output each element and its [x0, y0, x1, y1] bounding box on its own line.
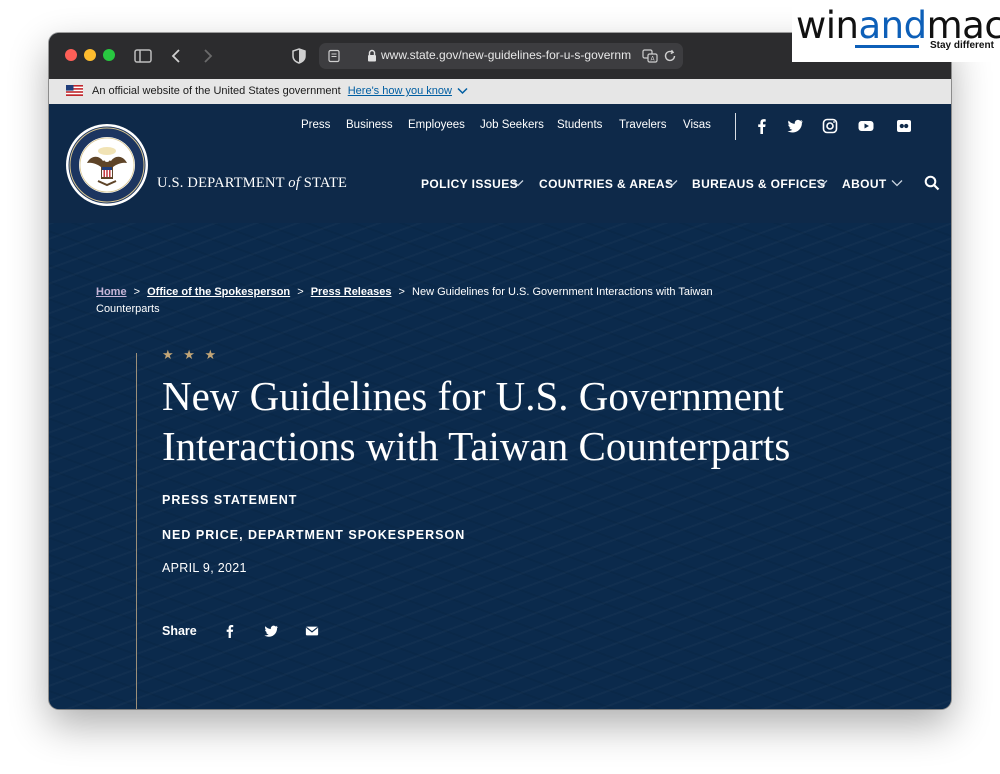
- watermark-tagline: Stay different: [930, 40, 994, 51]
- official-site-text: An official website of the United States…: [92, 85, 341, 97]
- instagram-icon[interactable]: [822, 118, 838, 134]
- twitter-icon[interactable]: [787, 118, 803, 134]
- accent-rule: [136, 353, 137, 709]
- address-bar[interactable]: www.state.gov/new-guidelines-for-u-s-gov…: [319, 43, 683, 69]
- utility-link-visas[interactable]: Visas: [683, 119, 711, 131]
- breadcrumb: Home > Office of the Spokesperson > Pres…: [96, 286, 713, 315]
- winandmac-watermark-logo: winandmac Stay different: [792, 0, 1000, 62]
- utility-link-students[interactable]: Students: [557, 119, 602, 131]
- chevron-down-icon[interactable]: [891, 179, 903, 187]
- share-twitter-icon[interactable]: [264, 624, 278, 638]
- reload-icon[interactable]: [663, 49, 677, 63]
- article-date: APRIL 9, 2021: [162, 561, 247, 575]
- stars-ornament: ★ ★ ★: [162, 347, 220, 362]
- nav-bureaus-offices[interactable]: BUREAUS & OFFICES: [692, 177, 825, 191]
- chevron-down-icon[interactable]: [816, 179, 828, 187]
- share-facebook-icon[interactable]: [223, 624, 237, 638]
- utility-nav: Press Business Employees Job Seekers Stu…: [49, 104, 951, 148]
- url-text: www.state.gov/new-guidelines-for-u-s-gov…: [381, 48, 631, 62]
- chevron-down-icon[interactable]: [512, 179, 524, 187]
- article-type: PRESS STATEMENT: [162, 493, 298, 507]
- lock-icon: [368, 49, 376, 62]
- share-label: Share: [162, 624, 197, 638]
- close-window-button[interactable]: [65, 49, 77, 61]
- department-seal-logo[interactable]: [65, 123, 149, 207]
- browser-window: www.state.gov/new-guidelines-for-u-s-gov…: [49, 33, 951, 709]
- nav-countries-areas[interactable]: COUNTRIES & AREAS: [539, 177, 673, 191]
- facebook-icon[interactable]: [754, 118, 770, 134]
- reader-icon[interactable]: [327, 49, 341, 63]
- breadcrumb-press-releases[interactable]: Press Releases: [311, 286, 392, 298]
- how-you-know-link[interactable]: Here's how you know: [348, 85, 452, 97]
- nav-about[interactable]: ABOUT: [842, 177, 887, 191]
- translate-icon[interactable]: A: [642, 48, 658, 64]
- breadcrumb-spokesperson[interactable]: Office of the Spokesperson: [147, 286, 290, 298]
- search-icon[interactable]: [924, 175, 940, 191]
- minimize-window-button[interactable]: [84, 49, 96, 61]
- chevron-down-icon[interactable]: [457, 87, 468, 95]
- department-name[interactable]: U.S. DEPARTMENT of STATE: [157, 175, 347, 192]
- article-author: NED PRICE, DEPARTMENT SPOKESPERSON: [162, 528, 466, 542]
- zoom-window-button[interactable]: [103, 49, 115, 61]
- chevron-down-icon[interactable]: [666, 179, 678, 187]
- sidebar-icon[interactable]: [133, 46, 153, 66]
- utility-link-business[interactable]: Business: [346, 119, 393, 131]
- forward-icon[interactable]: [197, 46, 217, 66]
- official-site-banner: An official website of the United States…: [49, 79, 951, 104]
- utility-link-travelers[interactable]: Travelers: [619, 119, 667, 131]
- utility-link-press[interactable]: Press: [301, 119, 330, 131]
- utility-link-employees[interactable]: Employees: [408, 119, 465, 131]
- utility-link-job-seekers[interactable]: Job Seekers: [480, 119, 544, 131]
- shield-icon[interactable]: [289, 46, 309, 66]
- page-title: New Guidelines for U.S. Government Inter…: [162, 373, 791, 469]
- us-flag-icon: [66, 85, 83, 96]
- flickr-icon[interactable]: [896, 118, 912, 134]
- breadcrumb-home[interactable]: Home: [96, 286, 127, 298]
- utility-divider: [735, 113, 736, 140]
- share-email-icon[interactable]: [305, 624, 319, 638]
- youtube-icon[interactable]: [858, 118, 874, 134]
- nav-policy-issues[interactable]: POLICY ISSUES: [421, 177, 518, 191]
- back-icon[interactable]: [167, 46, 187, 66]
